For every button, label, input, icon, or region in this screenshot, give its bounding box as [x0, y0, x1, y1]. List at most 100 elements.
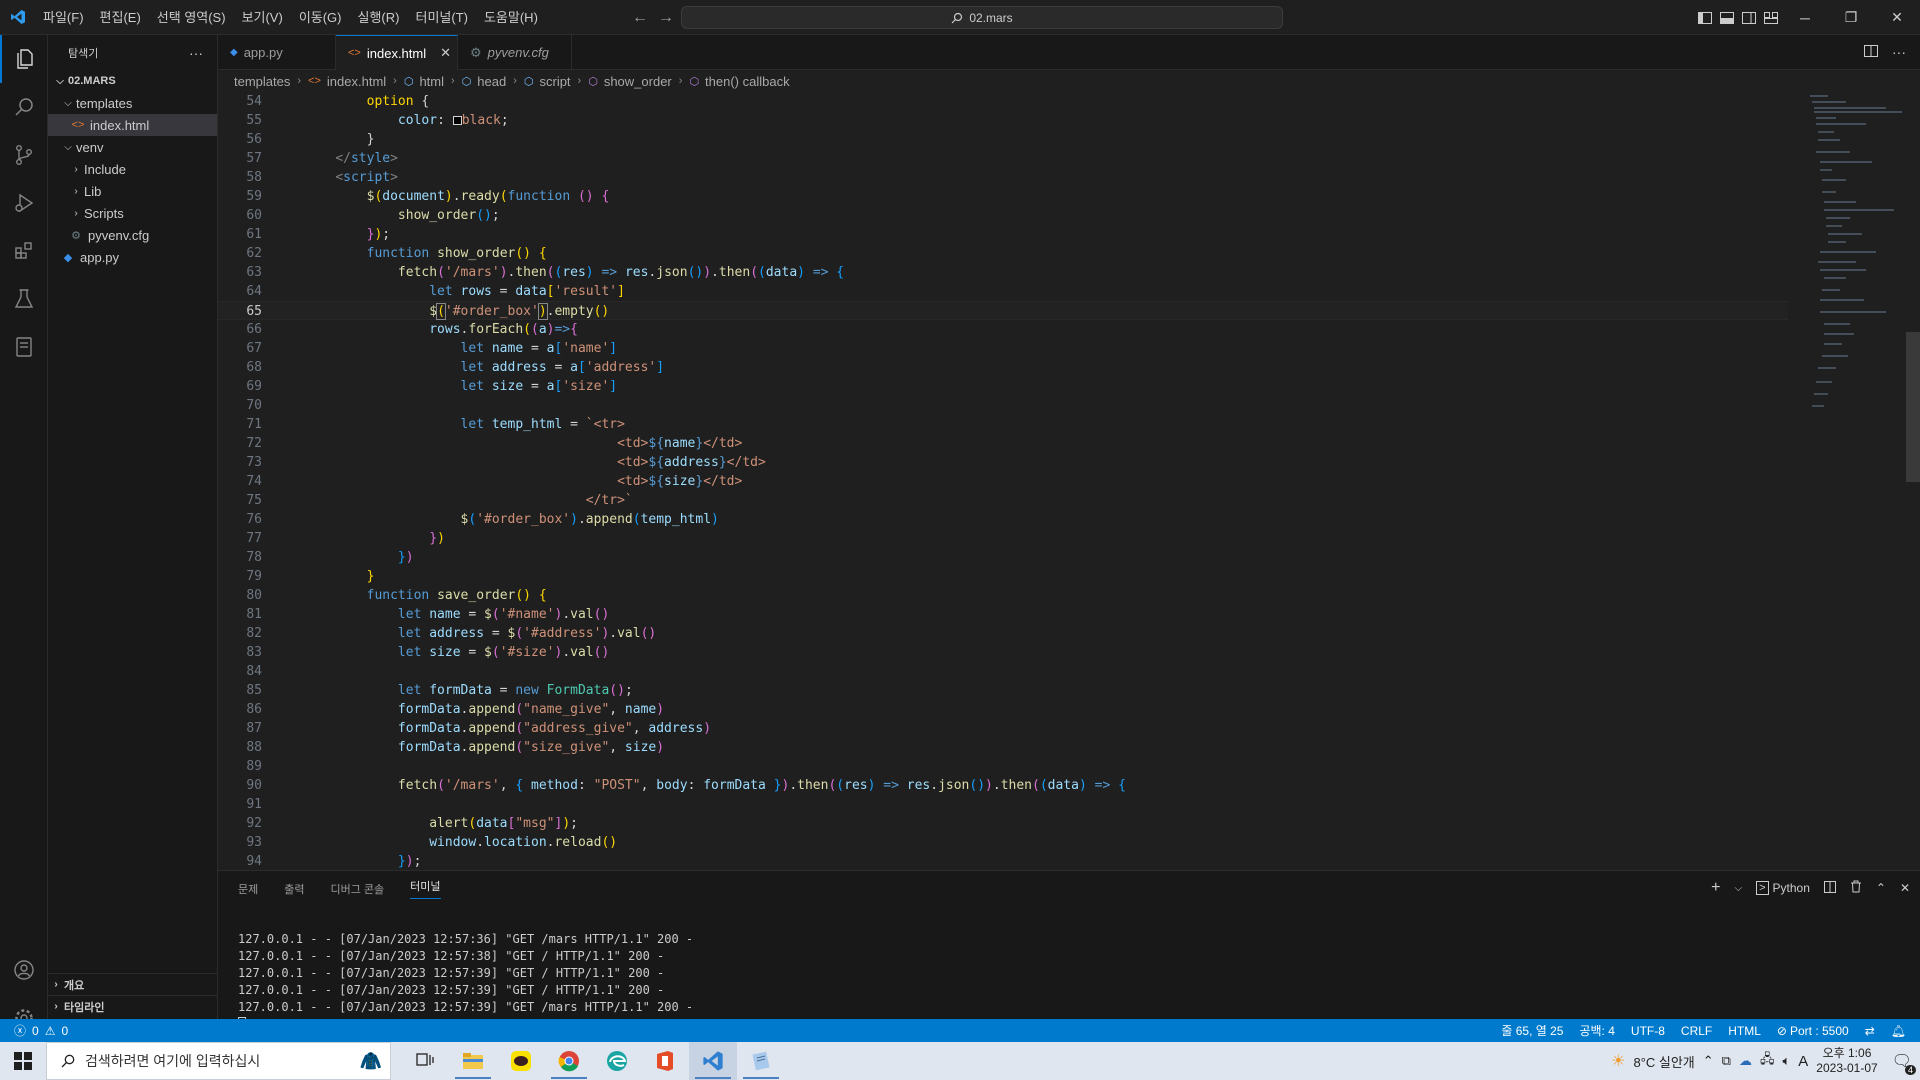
- minimize-icon[interactable]: ─: [1782, 0, 1828, 35]
- bell-icon[interactable]: 🔔︎: [1891, 1024, 1906, 1038]
- more-actions-icon[interactable]: ···: [189, 45, 203, 61]
- breadcrumb-item[interactable]: script: [539, 74, 570, 89]
- ime-indicator[interactable]: A: [1798, 1053, 1808, 1070]
- feedback-icon[interactable]: ⇄: [1865, 1024, 1875, 1038]
- network-icon[interactable]: 🖧︎: [1760, 1050, 1775, 1072]
- code-text: <td>${name}</td>: [617, 436, 743, 451]
- chevron-right-icon: ›: [513, 75, 517, 87]
- tree-folder-venv[interactable]: ⌵ venv: [48, 136, 217, 158]
- live-server-port[interactable]: ⊘ Port : 5500: [1777, 1024, 1849, 1038]
- volume-icon[interactable]: 🔈︎: [1782, 1053, 1790, 1069]
- tab-index-html[interactable]: <> index.html ✕: [336, 35, 458, 70]
- breadcrumb-item[interactable]: templates: [234, 74, 290, 89]
- close-panel-icon[interactable]: ✕: [1900, 881, 1910, 895]
- menu-edit[interactable]: 편집(E): [92, 0, 149, 35]
- html-file-icon: <>: [308, 75, 321, 87]
- menu-selection[interactable]: 선택 영역(S): [149, 0, 234, 35]
- toggle-panel-icon[interactable]: [1716, 0, 1738, 35]
- timeline-section[interactable]: › 타임라인: [48, 995, 218, 1017]
- more-actions-icon[interactable]: ···: [1892, 44, 1906, 60]
- outline-section[interactable]: › 개요: [48, 973, 218, 995]
- chevron-up-icon[interactable]: ⌃: [1703, 1053, 1714, 1069]
- back-arrow-icon[interactable]: ←: [632, 9, 648, 27]
- tab-problems[interactable]: 문제: [238, 881, 258, 897]
- onedrive-icon[interactable]: ☁: [1739, 1053, 1752, 1069]
- close-tab-icon[interactable]: ✕: [440, 45, 451, 61]
- terminal-shell-selector[interactable]: > Python: [1756, 881, 1810, 895]
- menu-view[interactable]: 보기(V): [234, 0, 291, 35]
- tab-app-py[interactable]: ◆ app.py: [218, 35, 336, 70]
- windows-start-icon[interactable]: [0, 1042, 46, 1080]
- run-debug-icon[interactable]: [0, 179, 48, 227]
- indentation[interactable]: 공백: 4: [1579, 1022, 1614, 1039]
- breadcrumb-item[interactable]: index.html: [327, 74, 386, 89]
- tree-folder-lib[interactable]: › Lib: [48, 180, 217, 202]
- vertical-scrollbar[interactable]: [1906, 92, 1920, 870]
- status-problems[interactable]: ⓧ 0 ⚠ 0: [0, 1022, 68, 1039]
- close-icon[interactable]: ✕: [1874, 0, 1920, 35]
- tree-file-index-html[interactable]: <> index.html: [48, 114, 217, 136]
- tree-folder-include[interactable]: › Include: [48, 158, 217, 180]
- breadcrumb-item[interactable]: html: [419, 74, 444, 89]
- line-ending[interactable]: CRLF: [1681, 1024, 1712, 1038]
- menu-run[interactable]: 실행(R): [350, 0, 408, 35]
- explorer-icon[interactable]: [0, 35, 48, 83]
- tree-folder-scripts[interactable]: › Scripts: [48, 202, 217, 224]
- taskbar-search-box[interactable]: 검색하려면 여기에 입력하십시 🧥: [46, 1042, 391, 1080]
- split-editor-icon[interactable]: [1864, 44, 1878, 60]
- command-center-search[interactable]: 02.mars: [681, 6, 1283, 29]
- code-line: 81 let name = $('#name').val(): [218, 605, 1788, 624]
- search-icon[interactable]: [0, 83, 48, 131]
- toggle-secondary-sidebar-icon[interactable]: [1738, 0, 1760, 35]
- tree-file-pyvenv-cfg[interactable]: ⚙ pyvenv.cfg: [48, 224, 217, 246]
- notepad-icon[interactable]: [737, 1042, 785, 1080]
- customize-layout-icon[interactable]: [1760, 0, 1782, 35]
- forward-arrow-icon[interactable]: →: [658, 9, 674, 27]
- remote-explorer-icon[interactable]: [0, 323, 48, 371]
- menu-go[interactable]: 이동(G): [291, 0, 350, 35]
- menu-help[interactable]: 도움말(H): [476, 0, 546, 35]
- workspace-root[interactable]: ⌵ 02.MARS: [48, 70, 217, 92]
- menu-terminal[interactable]: 터미널(T): [407, 0, 475, 35]
- tab-output[interactable]: 출력: [284, 881, 304, 897]
- breadcrumb-item[interactable]: then() callback: [705, 74, 790, 89]
- tree-file-app-py[interactable]: ◆ app.py: [48, 246, 217, 268]
- tree-folder-templates[interactable]: ⌵ templates: [48, 92, 217, 114]
- kakaotalk-icon[interactable]: [497, 1042, 545, 1080]
- testing-icon[interactable]: [0, 275, 48, 323]
- windows-taskbar: 검색하려면 여기에 입력하십시 🧥 ☀︎ 8°C 실안개 ⌃ ⧉ ☁ 🖧︎ 🔈︎…: [0, 1042, 1920, 1080]
- source-control-icon[interactable]: [0, 131, 48, 179]
- toggle-sidebar-icon[interactable]: [1694, 0, 1716, 35]
- trash-icon[interactable]: [1850, 880, 1862, 896]
- notification-center-icon[interactable]: 🗨︎ 4: [1892, 1051, 1916, 1075]
- chevron-down-icon[interactable]: ⌵: [1734, 883, 1742, 894]
- clock[interactable]: 오후 1:06 2023-01-07: [1816, 1046, 1877, 1076]
- language-mode[interactable]: HTML: [1728, 1024, 1761, 1038]
- breadcrumb-item[interactable]: head: [477, 74, 506, 89]
- restore-icon[interactable]: ❐: [1828, 0, 1874, 35]
- code-editor[interactable]: 54 option { 55 color: black; 56 } 57 </s…: [218, 92, 1788, 870]
- account-icon[interactable]: [0, 946, 48, 994]
- new-terminal-icon[interactable]: +: [1711, 879, 1720, 897]
- encoding[interactable]: UTF-8: [1631, 1024, 1665, 1038]
- line-number: 56: [246, 132, 262, 147]
- vscode-taskbar-icon[interactable]: [689, 1042, 737, 1080]
- breadcrumb-item[interactable]: show_order: [604, 74, 672, 89]
- weather-text[interactable]: 8°C 실안개: [1633, 1052, 1694, 1071]
- tab-terminal[interactable]: 터미널: [410, 878, 441, 899]
- split-terminal-icon[interactable]: [1823, 880, 1836, 896]
- chrome-icon[interactable]: [545, 1042, 593, 1080]
- menu-file[interactable]: 파일(F): [35, 0, 92, 35]
- maximize-panel-icon[interactable]: ⌃: [1876, 881, 1886, 895]
- minimap[interactable]: [1806, 92, 1906, 422]
- tab-pyvenv-cfg[interactable]: ⚙ pyvenv.cfg: [458, 35, 572, 70]
- task-view-icon[interactable]: [401, 1042, 449, 1080]
- office-icon[interactable]: [641, 1042, 689, 1080]
- cursor-position[interactable]: 줄 65, 열 25: [1501, 1022, 1563, 1039]
- tab-debug-console[interactable]: 디버그 콘솔: [331, 881, 385, 897]
- app-tray-icon[interactable]: ⧉: [1722, 1053, 1731, 1069]
- edge-icon[interactable]: [593, 1042, 641, 1080]
- extensions-icon[interactable]: [0, 227, 48, 275]
- file-explorer-icon[interactable]: [449, 1042, 497, 1080]
- scrollbar-thumb[interactable]: [1906, 332, 1920, 482]
